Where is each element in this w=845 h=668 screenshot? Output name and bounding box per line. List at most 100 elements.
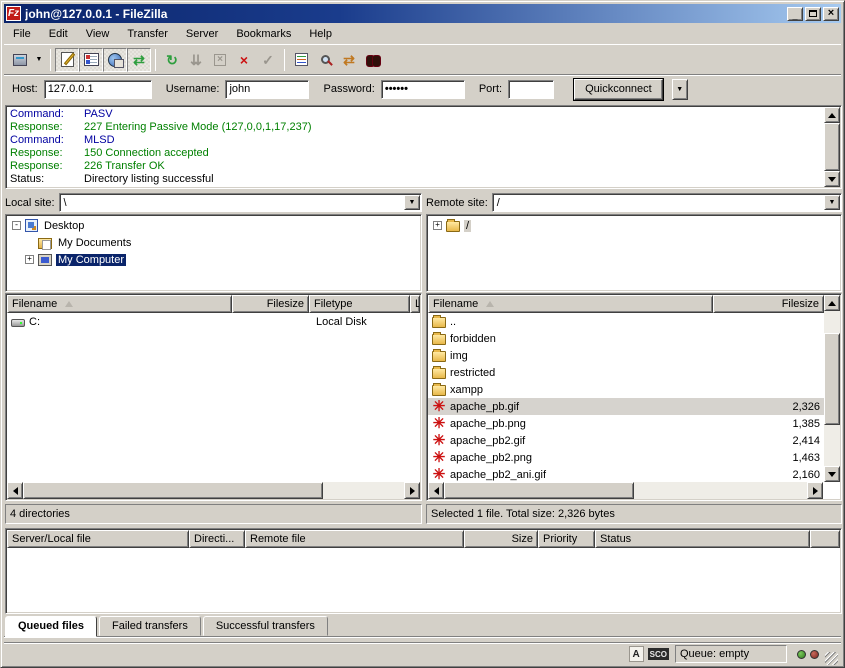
title-bar[interactable]: Fz john@127.0.0.1 - FileZilla _ ×	[4, 4, 841, 23]
tab-successful-transfers[interactable]: Successful transfers	[203, 616, 328, 636]
port-input[interactable]	[508, 80, 554, 99]
local-horizontal-scrollbar[interactable]	[7, 482, 420, 499]
column-header-filesize[interactable]: Filesize	[713, 295, 824, 313]
filetype-text: Local Disk	[312, 316, 414, 328]
column-header-size[interactable]: Size	[464, 530, 538, 548]
menu-view[interactable]: View	[77, 26, 119, 42]
tab-failed-transfers[interactable]: Failed transfers	[99, 616, 201, 636]
tree-item-my-computer[interactable]: + My Computer	[6, 251, 421, 268]
folder-icon	[432, 385, 446, 396]
directory-comparison-button[interactable]	[313, 48, 337, 72]
menu-file[interactable]: File	[4, 26, 40, 42]
remote-file-row[interactable]: xampp	[428, 381, 824, 398]
scroll-left-button[interactable]	[428, 482, 444, 499]
remote-horizontal-scrollbar[interactable]	[428, 482, 823, 499]
tree-item-desktop[interactable]: - Desktop	[6, 217, 421, 234]
cancel-operation-button[interactable]: ×	[208, 48, 232, 72]
remote-file-row[interactable]: ✳apache_pb2.png 1,463	[428, 449, 824, 466]
column-header-direction[interactable]: Directi...	[189, 530, 245, 548]
column-header-status[interactable]: Status	[595, 530, 810, 548]
refresh-icon: ↻	[166, 53, 178, 67]
column-header-empty	[810, 530, 840, 548]
column-header-server-local-file[interactable]: Server/Local file	[7, 530, 189, 548]
image-file-icon: ✳	[432, 434, 446, 448]
host-input[interactable]	[44, 80, 152, 99]
site-manager-button[interactable]	[8, 48, 32, 72]
toggle-remote-tree-button[interactable]	[103, 48, 127, 72]
log-text: 226 Transfer OK	[84, 160, 165, 173]
combo-dropdown-button[interactable]: ▼	[824, 195, 840, 210]
local-status-bar: 4 directories	[5, 504, 422, 524]
scroll-down-button[interactable]	[824, 466, 840, 482]
column-header-filesize[interactable]: Filesize	[232, 295, 309, 313]
menu-bookmarks[interactable]: Bookmarks	[227, 26, 300, 42]
quickconnect-button[interactable]: Quickconnect	[574, 79, 663, 100]
scroll-right-button[interactable]	[807, 482, 823, 499]
expand-icon[interactable]: +	[433, 221, 442, 230]
local-file-row[interactable]: C: Local Disk	[7, 313, 420, 330]
remote-file-row[interactable]: ✳apache_pb2.gif 2,414	[428, 432, 824, 449]
column-header-filetype[interactable]: Filetype	[309, 295, 410, 313]
menu-server[interactable]: Server	[177, 26, 227, 42]
minimize-button[interactable]: _	[787, 7, 803, 21]
remote-file-row[interactable]: ..	[428, 313, 824, 330]
scroll-left-button[interactable]	[7, 482, 23, 499]
tree-item-my-documents[interactable]: My Documents	[6, 234, 421, 251]
remote-file-row[interactable]: img	[428, 347, 824, 364]
tab-queued-files[interactable]: Queued files	[5, 616, 97, 637]
reconnect-button[interactable]: ✓	[256, 48, 280, 72]
site-manager-dropdown-button[interactable]: ▼	[32, 48, 46, 72]
maximize-button[interactable]	[805, 7, 821, 21]
remote-vertical-scrollbar[interactable]	[824, 295, 840, 482]
remote-site-combo[interactable]: / ▼	[492, 193, 842, 212]
scrollbar-thumb[interactable]	[444, 482, 634, 499]
scroll-down-button[interactable]	[824, 171, 840, 187]
toggle-message-log-button[interactable]	[55, 48, 79, 72]
collapse-icon[interactable]: -	[12, 221, 21, 230]
remote-file-row[interactable]: ✳apache_pb2_ani.gif 2,160	[428, 466, 824, 482]
column-header-priority[interactable]: Priority	[538, 530, 595, 548]
remote-file-row[interactable]: restricted	[428, 364, 824, 381]
column-header-filename[interactable]: Filename	[428, 295, 713, 313]
directory-filters-button[interactable]	[289, 48, 313, 72]
column-header-lastmodified[interactable]: L	[410, 295, 420, 313]
combo-dropdown-button[interactable]: ▼	[404, 195, 420, 210]
remote-site-value: /	[497, 197, 500, 209]
remote-file-row-selected[interactable]: ✳apache_pb.gif 2,326	[428, 398, 824, 415]
quickconnect-bar: Host: Username: Password: Port: Quickcon…	[4, 74, 841, 103]
disconnect-button[interactable]: ×	[232, 48, 256, 72]
log-text: PASV	[84, 108, 113, 121]
synchronized-browsing-button[interactable]: ⇄	[337, 48, 361, 72]
scrollbar-thumb[interactable]	[824, 333, 840, 425]
find-files-button[interactable]	[361, 48, 385, 72]
scroll-up-button[interactable]	[824, 107, 840, 123]
menu-edit[interactable]: Edit	[40, 26, 77, 42]
remote-file-row[interactable]: forbidden	[428, 330, 824, 347]
local-tree-icon	[84, 53, 99, 66]
menu-help[interactable]: Help	[300, 26, 341, 42]
column-header-remote-file[interactable]: Remote file	[245, 530, 464, 548]
password-input[interactable]	[381, 80, 465, 99]
scroll-right-button[interactable]	[404, 482, 420, 499]
log-scrollbar[interactable]	[824, 107, 840, 187]
local-site-combo[interactable]: \ ▼	[59, 193, 422, 212]
tree-item-label: My Documents	[56, 237, 133, 249]
remote-file-row[interactable]: ✳apache_pb.png 1,385	[428, 415, 824, 432]
remote-status-text: Selected 1 file. Total size: 2,326 bytes	[431, 508, 615, 520]
scroll-up-button[interactable]	[824, 295, 840, 311]
column-header-filename[interactable]: Filename	[7, 295, 232, 313]
username-input[interactable]	[225, 80, 309, 99]
toggle-transfer-queue-button[interactable]: ⇄	[127, 48, 151, 72]
toggle-local-tree-button[interactable]	[79, 48, 103, 72]
quickconnect-dropdown-button[interactable]: ▼	[672, 79, 688, 100]
chevron-down-icon: ▼	[36, 56, 43, 63]
close-button[interactable]: ×	[823, 7, 839, 21]
menu-transfer[interactable]: Transfer	[118, 26, 177, 42]
resize-grip[interactable]	[825, 652, 838, 665]
process-queue-button[interactable]: ⇊	[184, 48, 208, 72]
refresh-button[interactable]: ↻	[160, 48, 184, 72]
scrollbar-thumb[interactable]	[824, 123, 840, 171]
scrollbar-thumb[interactable]	[23, 482, 323, 499]
expand-icon[interactable]: +	[25, 255, 34, 264]
tree-item-root[interactable]: + /	[427, 217, 841, 234]
